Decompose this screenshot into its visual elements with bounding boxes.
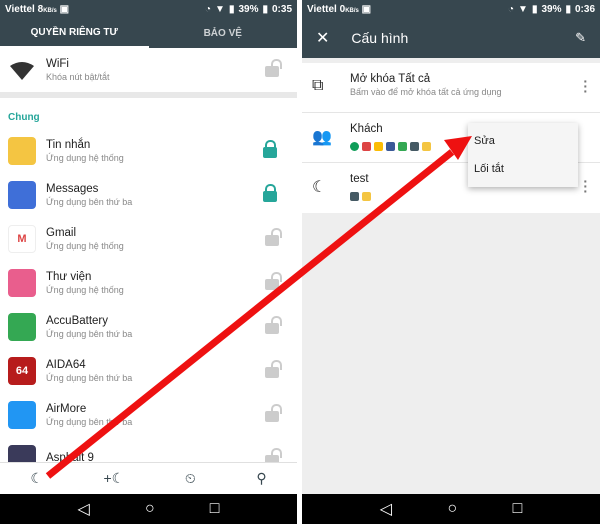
red-arrow: [45, 136, 472, 479]
arrow-shaft: [45, 149, 455, 479]
